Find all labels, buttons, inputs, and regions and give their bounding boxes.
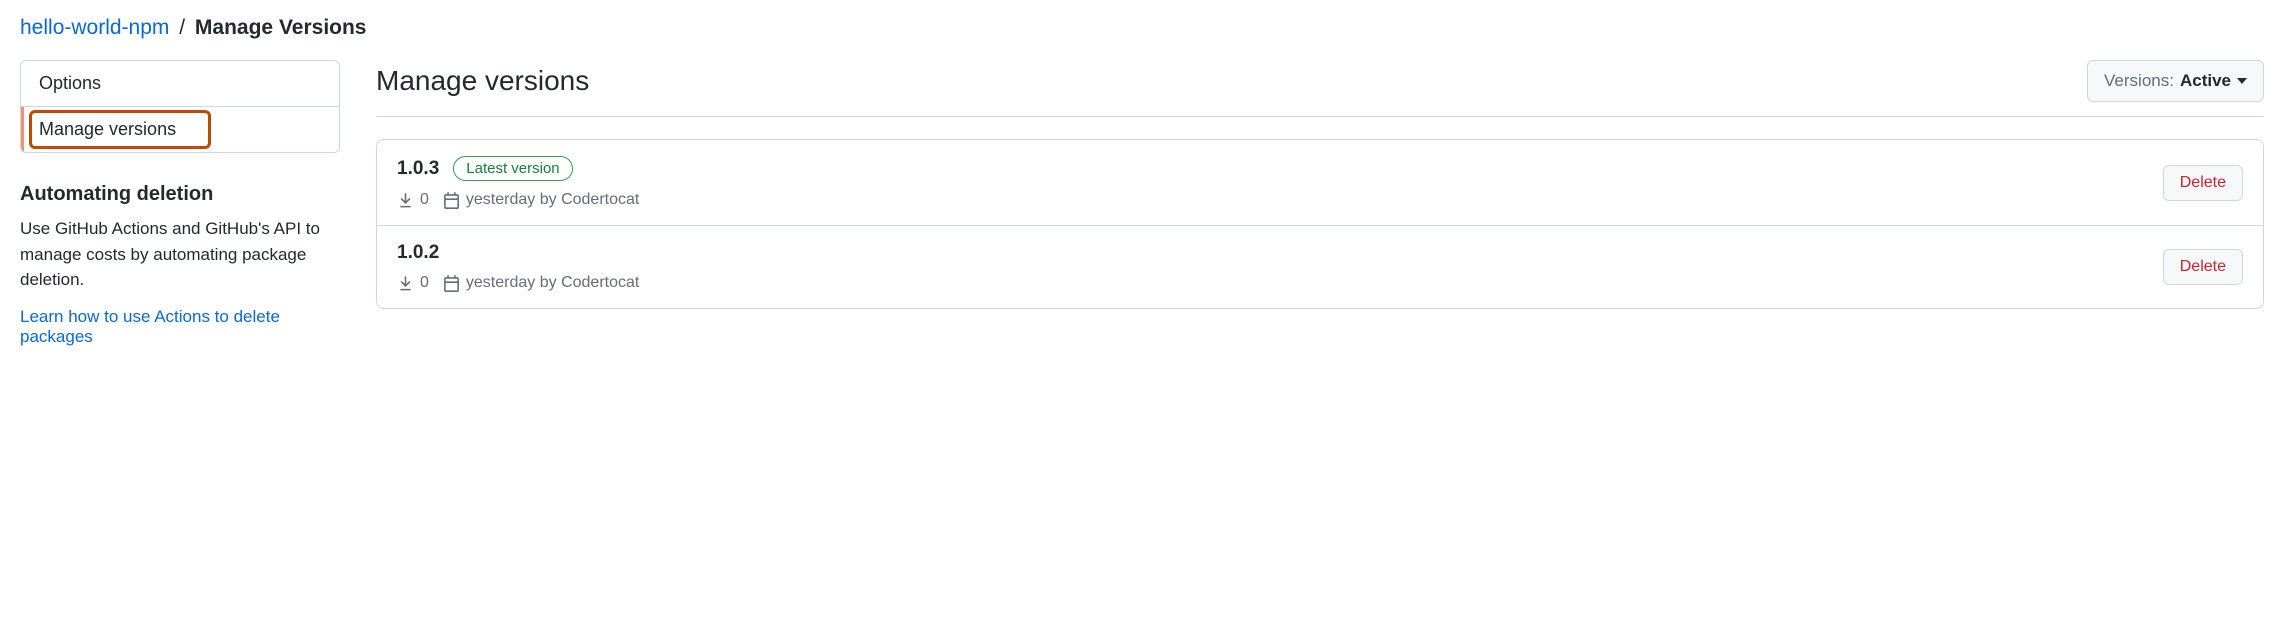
version-row: 1.0.2 0 yesterday by Codertocat Delete xyxy=(377,226,2263,308)
latest-version-badge: Latest version xyxy=(453,156,572,181)
page-title: Manage versions xyxy=(376,65,589,97)
automating-heading: Automating deletion xyxy=(20,183,340,206)
version-list: 1.0.3 Latest version 0 yesterday by Code… xyxy=(376,139,2264,309)
published-info: yesterday by Codertocat xyxy=(443,191,639,209)
main-content: Manage versions Versions: Active 1.0.3 L… xyxy=(376,60,2264,309)
sidebar-item-label: Manage versions xyxy=(39,119,176,139)
delete-button[interactable]: Delete xyxy=(2163,249,2243,285)
calendar-icon xyxy=(443,275,460,292)
downloads-count: 0 xyxy=(397,274,429,292)
filter-value: Active xyxy=(2180,71,2231,91)
main-header: Manage versions Versions: Active xyxy=(376,60,2264,117)
download-icon xyxy=(397,192,414,209)
published-text: yesterday by Codertocat xyxy=(466,274,639,292)
delete-button[interactable]: Delete xyxy=(2163,165,2243,201)
sidebar-item-label: Options xyxy=(39,73,101,93)
automating-body: Use GitHub Actions and GitHub's API to m… xyxy=(20,216,340,293)
version-name: 1.0.2 xyxy=(397,242,439,264)
automating-deletion-section: Automating deletion Use GitHub Actions a… xyxy=(20,183,340,347)
published-info: yesterday by Codertocat xyxy=(443,274,639,292)
download-icon xyxy=(397,275,414,292)
chevron-down-icon xyxy=(2237,78,2247,84)
breadcrumb-current: Manage Versions xyxy=(195,16,367,39)
sidebar-item-options[interactable]: Options xyxy=(21,61,339,107)
downloads-value: 0 xyxy=(420,274,429,292)
filter-label: Versions: xyxy=(2104,71,2174,91)
sidebar-item-manage-versions[interactable]: Manage versions xyxy=(21,107,339,152)
breadcrumb: hello-world-npm / Manage Versions xyxy=(20,16,2264,40)
downloads-count: 0 xyxy=(397,191,429,209)
breadcrumb-separator: / xyxy=(179,16,185,39)
version-row: 1.0.3 Latest version 0 yesterday by Code… xyxy=(377,140,2263,226)
breadcrumb-package-link[interactable]: hello-world-npm xyxy=(20,16,169,39)
learn-actions-link[interactable]: Learn how to use Actions to delete packa… xyxy=(20,307,340,347)
version-name: 1.0.3 xyxy=(397,158,439,180)
sidebar: Options Manage versions Automating delet… xyxy=(20,60,340,347)
published-text: yesterday by Codertocat xyxy=(466,191,639,209)
calendar-icon xyxy=(443,192,460,209)
versions-filter-dropdown[interactable]: Versions: Active xyxy=(2087,60,2264,102)
downloads-value: 0 xyxy=(420,191,429,209)
settings-menu: Options Manage versions xyxy=(20,60,340,153)
